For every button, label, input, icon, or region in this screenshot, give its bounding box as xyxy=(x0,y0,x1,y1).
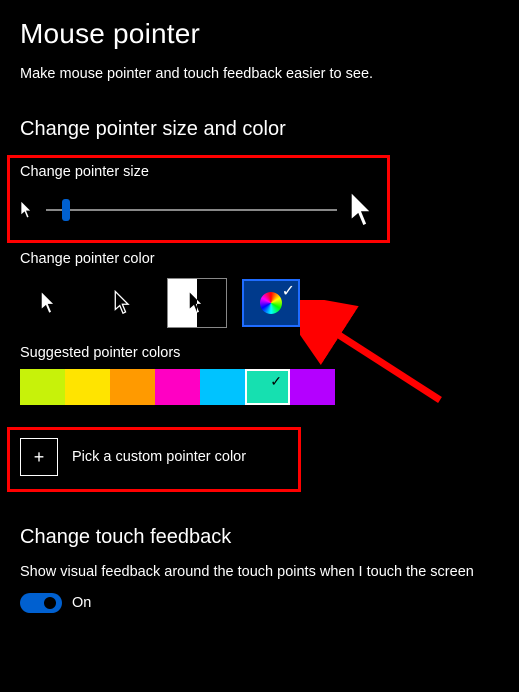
plus-icon: + xyxy=(20,438,58,476)
pointer-style-white[interactable] xyxy=(20,279,78,327)
cursor-inverted-icon xyxy=(188,290,206,316)
custom-color-button[interactable]: + Pick a custom pointer color xyxy=(20,438,298,476)
section-size-color-heading: Change pointer size and color xyxy=(20,118,499,141)
cursor-small-icon xyxy=(20,200,34,220)
page-title: Mouse pointer xyxy=(20,18,499,50)
pointer-style-custom[interactable]: ✓ xyxy=(242,279,300,327)
toggle-knob xyxy=(44,597,56,609)
annotation-arrow xyxy=(300,300,460,420)
checkmark-icon: ✓ xyxy=(282,281,295,301)
cursor-white-icon xyxy=(40,290,58,316)
slider-thumb[interactable] xyxy=(62,199,70,221)
touch-description: Show visual feedback around the touch po… xyxy=(20,563,490,583)
color-wheel-icon xyxy=(260,292,282,314)
custom-color-label: Pick a custom pointer color xyxy=(72,449,246,465)
slider-track[interactable] xyxy=(46,209,337,211)
pointer-style-inverted[interactable] xyxy=(168,279,226,327)
pointer-color-label: Change pointer color xyxy=(20,251,499,267)
toggle-state-label: On xyxy=(72,595,91,611)
annotation-custom-color: + Pick a custom pointer color xyxy=(7,427,301,492)
annotation-pointer-size: Change pointer size xyxy=(7,155,390,243)
cursor-large-icon xyxy=(349,190,377,230)
suggested-color-swatch[interactable] xyxy=(65,369,110,405)
suggested-color-swatch[interactable] xyxy=(20,369,65,405)
checkmark-icon: ✓ xyxy=(270,373,282,390)
cursor-black-icon xyxy=(114,290,132,316)
pointer-size-label: Change pointer size xyxy=(20,164,377,180)
section-touch-heading: Change touch feedback xyxy=(20,526,499,549)
suggested-color-swatch[interactable]: ✓ xyxy=(245,369,290,405)
suggested-color-swatch[interactable] xyxy=(200,369,245,405)
suggested-color-swatch[interactable] xyxy=(155,369,200,405)
subtitle-text: Make mouse pointer and touch feedback ea… xyxy=(20,66,499,82)
touch-feedback-toggle[interactable] xyxy=(20,593,62,613)
suggested-color-swatch[interactable] xyxy=(110,369,155,405)
pointer-style-black[interactable] xyxy=(94,279,152,327)
pointer-size-slider[interactable] xyxy=(20,190,377,230)
